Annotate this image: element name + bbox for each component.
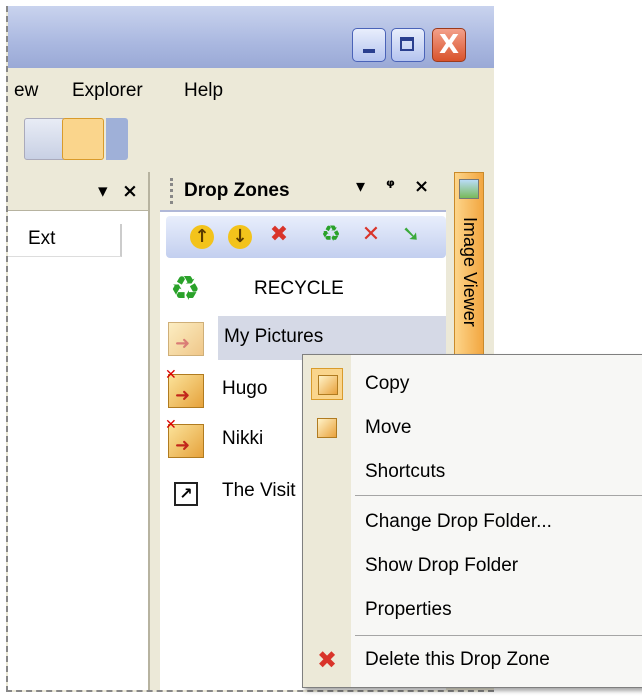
delete-icon: ✖	[316, 646, 338, 674]
drop-zones-header: Drop Zones ▾ ᵠ ×	[160, 172, 446, 212]
menu-item-delete-drop-zone[interactable]: ✖ Delete this Drop Zone	[303, 639, 642, 681]
minimize-button[interactable]	[352, 28, 386, 62]
close-icon: X	[438, 30, 460, 60]
folder-drop-icon: ➜	[168, 322, 204, 356]
menu-item-properties[interactable]: Properties	[303, 589, 642, 631]
title-bar: X	[8, 6, 494, 68]
image-icon	[459, 179, 479, 199]
recycle-icon[interactable]: ♻	[316, 222, 346, 252]
pane-menu-icon[interactable]: ▾	[98, 180, 108, 202]
menu-item-label: Move	[365, 417, 412, 438]
move-up-icon[interactable]: ↑	[190, 225, 214, 249]
toolbar-tree-button[interactable]	[62, 118, 104, 160]
drop-zone-label: The Visit	[222, 480, 296, 501]
shortcut-icon: ↗	[174, 482, 198, 506]
recycle-icon: ♻	[170, 269, 201, 309]
move-down-icon[interactable]: ↓	[228, 225, 252, 249]
maximize-icon	[400, 37, 414, 51]
menu-item-change-drop-folder[interactable]: Change Drop Folder...	[303, 501, 642, 543]
menu-bar: ew Explorer Help	[8, 72, 494, 110]
menu-separator	[355, 495, 642, 496]
copy-icon	[311, 368, 343, 400]
explorer-pane: ▾ × Ext	[8, 172, 150, 690]
context-menu: Copy Move Shortcuts Change Drop Folder..…	[302, 354, 642, 688]
image-viewer-tab[interactable]: Image Viewer	[454, 172, 484, 362]
explorer-pane-header: ▾ ×	[8, 172, 148, 211]
drop-zone-my-pictures-icon-cell: ➜	[160, 316, 216, 360]
close-window-button[interactable]: X	[432, 28, 466, 62]
minimize-icon	[363, 49, 375, 53]
toolbar-view-button[interactable]	[24, 118, 66, 160]
menu-item-label: Show Drop Folder	[365, 555, 519, 576]
column-header-ext[interactable]: Ext	[8, 224, 122, 257]
menu-separator	[355, 635, 642, 636]
remove-icon[interactable]: ✕	[356, 222, 386, 252]
menu-view[interactable]: ew	[14, 80, 38, 102]
pin-icon[interactable]: ᵠ	[386, 176, 395, 197]
image-viewer-label: Image Viewer	[460, 217, 480, 327]
drop-zone-label: Nikki	[222, 428, 264, 449]
menu-item-copy[interactable]: Copy	[303, 363, 642, 405]
toolbar-overflow-button[interactable]	[106, 118, 128, 160]
drop-zone-label: Hugo	[222, 378, 268, 399]
menu-item-label: Copy	[365, 373, 410, 394]
pane-close-icon[interactable]: ×	[122, 180, 138, 202]
drop-zones-toolbar: ↑ ↓ ✖ ♻ ✕ ➘	[166, 216, 446, 258]
panel-close-icon[interactable]: ×	[414, 176, 429, 197]
menu-item-move[interactable]: Move	[303, 407, 642, 449]
maximize-button[interactable]	[391, 28, 425, 62]
folder-drop-icon: ✕ ➜	[165, 417, 204, 458]
folder-drop-icon: ✕ ➜	[165, 367, 204, 408]
menu-item-label: Shortcuts	[365, 461, 446, 482]
drag-grip[interactable]	[170, 178, 176, 204]
drop-zone-label: RECYCLE	[254, 278, 344, 299]
drop-zones-title: Drop Zones	[184, 180, 290, 201]
column-header-label: Ext	[28, 228, 56, 249]
toolbar	[8, 114, 494, 168]
menu-item-label: Change Drop Folder...	[365, 511, 552, 532]
panel-menu-icon[interactable]: ▾	[356, 176, 365, 197]
menu-explorer[interactable]: Explorer	[72, 80, 143, 102]
drop-zone-recycle[interactable]: ♻ RECYCLE	[160, 268, 446, 312]
menu-item-shortcuts[interactable]: Shortcuts	[303, 451, 642, 493]
drop-zone-label: My Pictures	[224, 326, 324, 347]
menu-help[interactable]: Help	[184, 80, 223, 102]
menu-item-show-drop-folder[interactable]: Show Drop Folder	[303, 545, 642, 587]
menu-item-label: Properties	[365, 599, 452, 620]
move-icon	[311, 412, 343, 444]
go-arrow-icon[interactable]: ➘	[396, 222, 426, 252]
delete-icon[interactable]: ✖	[264, 222, 294, 252]
menu-item-label: Delete this Drop Zone	[365, 649, 550, 670]
